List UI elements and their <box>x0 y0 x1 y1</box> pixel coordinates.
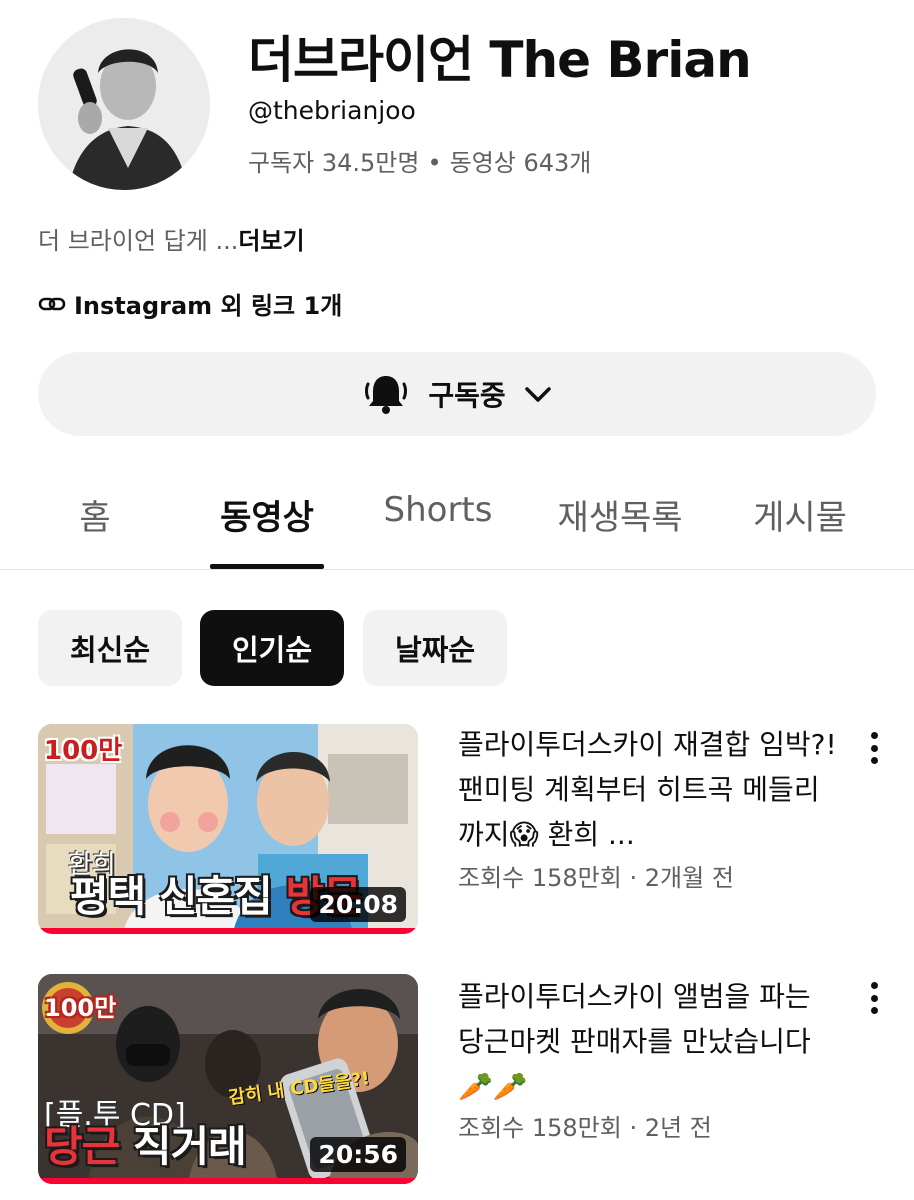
chip-oldest[interactable]: 날짜순 <box>363 610 507 686</box>
video-meta: 조회수 158만회 · 2개월 전 <box>458 858 734 893</box>
more-link[interactable]: 더보기 <box>238 227 304 255</box>
thumbnail-title-main: 평택 신혼집 <box>70 872 286 921</box>
video-duration: 20:08 <box>310 887 406 922</box>
subscribed-label: 구독중 <box>428 379 506 412</box>
channel-handle: @thebrianjoo <box>248 96 416 125</box>
meta-separator: · <box>629 1114 638 1142</box>
video-title[interactable]: 플라이투더스카이 앨범을 파는 당근마켓 판매자를 만났습니다 🥕🥕 <box>458 974 838 1109</box>
more-options-icon[interactable] <box>862 978 886 1018</box>
video-thumbnail[interactable]: 100만 환희 평택 신혼집 방문 20:08 <box>38 724 418 934</box>
tab-posts[interactable]: 게시물 <box>753 490 847 539</box>
view-count: 조회수 158만회 <box>458 864 622 892</box>
subscribed-button[interactable]: 구독중 <box>38 352 876 436</box>
link-icon <box>38 297 66 310</box>
avatar-photo <box>38 18 210 190</box>
thumbnail-title-accent: 당근 <box>44 1122 120 1171</box>
view-count: 조회수 158만회 <box>458 1114 622 1142</box>
channel-description[interactable]: 더 브라이언 답게 ...더보기 <box>38 221 305 256</box>
bell-icon <box>365 376 408 414</box>
description-text: 더 브라이언 답게 ... <box>38 227 239 255</box>
channel-name: 더브라이언 The Brian <box>248 31 752 89</box>
tabs-divider <box>0 569 914 570</box>
thumbnail-badge: 100만 <box>44 736 123 766</box>
channel-page: 더브라이언 The Brian @thebrianjoo 구독자 34.5만명 •… <box>0 0 914 1200</box>
thumbnail-title-main: 직거래 <box>119 1122 247 1171</box>
upload-age: 2년 전 <box>644 1114 712 1142</box>
tab-videos[interactable]: 동영상 <box>220 490 314 539</box>
links-label: Instagram 외 링크 1개 <box>74 292 343 320</box>
chip-latest[interactable]: 최신순 <box>38 610 182 686</box>
watch-progress-bar <box>38 928 418 934</box>
video-count: 동영상 643개 <box>449 149 592 177</box>
channel-avatar[interactable] <box>38 18 210 190</box>
upload-age: 2개월 전 <box>644 864 734 892</box>
watch-progress-bar <box>38 1178 418 1184</box>
stats-separator: • <box>427 149 442 177</box>
channel-links[interactable]: Instagram 외 링크 1개 <box>38 286 342 321</box>
thumbnail-badge: 100만 <box>44 994 117 1022</box>
thumbnail-title: 당근 직거래 <box>44 1113 247 1174</box>
tab-home[interactable]: 홈 <box>79 490 110 539</box>
chip-popular[interactable]: 인기순 <box>200 610 344 686</box>
meta-separator: · <box>629 864 638 892</box>
video-thumbnail[interactable]: 100만 감히 내 CD들을?! [플.투 CD] 당근 직거래 20:56 <box>38 974 418 1184</box>
tab-shorts[interactable]: Shorts <box>384 490 493 530</box>
subscriber-count: 구독자 34.5만명 <box>248 149 420 177</box>
tab-playlists[interactable]: 재생목록 <box>557 490 682 539</box>
chevron-down-icon <box>524 387 551 402</box>
video-meta: 조회수 158만회 · 2년 전 <box>458 1108 712 1143</box>
video-title[interactable]: 플라이투더스카이 재결합 임박?! 팬미팅 계획부터 히트곡 메들리까지😱 환희… <box>458 722 838 857</box>
channel-stats: 구독자 34.5만명 • 동영상 643개 <box>248 143 591 178</box>
video-duration: 20:56 <box>310 1137 406 1172</box>
channel-tabs: 홈 동영상 Shorts 재생목록 게시물 <box>0 470 914 570</box>
more-options-icon[interactable] <box>862 728 886 768</box>
